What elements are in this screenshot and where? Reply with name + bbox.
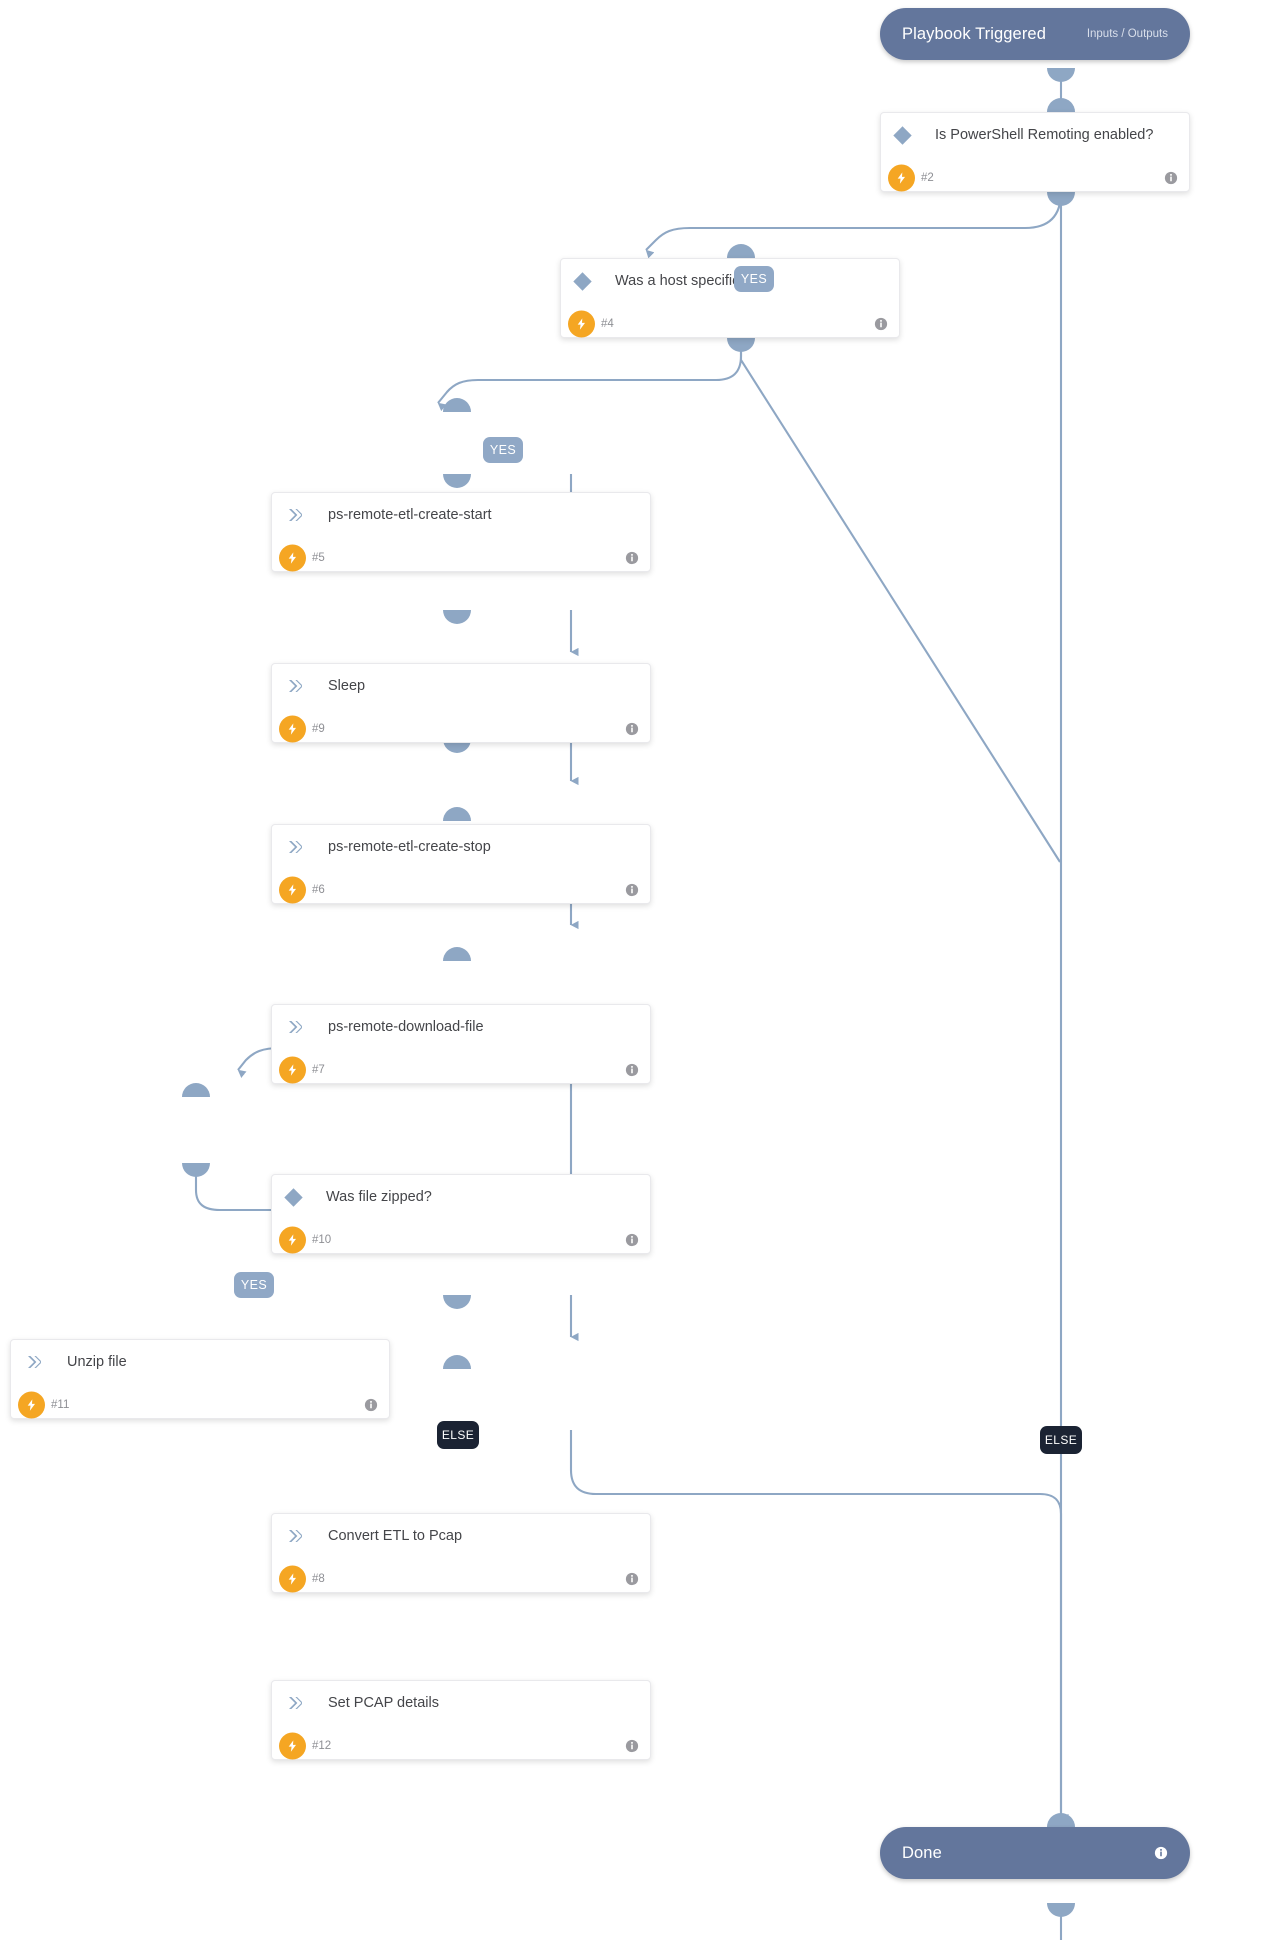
node-title: Sleep	[328, 678, 366, 694]
diamond-icon	[284, 1187, 303, 1207]
chevron-right-icon	[28, 1356, 41, 1368]
info-icon[interactable]	[364, 1398, 378, 1412]
node-number: #11	[51, 1399, 70, 1411]
branch-label: YES	[489, 443, 517, 457]
diamond-icon	[573, 271, 592, 291]
branch-label: YES	[240, 1278, 268, 1292]
node-header: Sleep	[272, 664, 650, 708]
node-convert-etl-to-pcap[interactable]: Convert ETL to Pcap #8	[271, 1513, 651, 1593]
node-number: #4	[601, 318, 614, 330]
branch-badge-else-remoting[interactable]: ELSE	[1040, 1426, 1082, 1454]
node-number: #10	[312, 1234, 332, 1246]
lightning-bolt-icon	[279, 1565, 306, 1593]
node-header: Is PowerShell Remoting enabled?	[881, 113, 1189, 157]
node-footer: #4	[561, 303, 899, 345]
lightning-bolt-icon	[279, 1056, 306, 1084]
node-header: ps-remote-etl-create-stop	[272, 825, 650, 869]
node-footer: #12	[272, 1725, 650, 1767]
lightning-bolt-icon	[279, 715, 306, 743]
branch-label: ELSE	[441, 1428, 475, 1442]
node-title: Was file zipped?	[326, 1189, 432, 1205]
lightning-bolt-icon	[279, 544, 306, 572]
chevron-right-icon	[289, 1697, 302, 1709]
node-number: #2	[921, 172, 934, 184]
node-ps-remote-download-file[interactable]: ps-remote-download-file #7	[271, 1004, 651, 1084]
node-footer: #11	[11, 1384, 389, 1426]
lightning-bolt-icon	[279, 1226, 306, 1254]
info-icon[interactable]	[1164, 171, 1178, 185]
branch-badge-yes-zipped[interactable]: YES	[234, 1272, 274, 1298]
node-footer: #10	[272, 1219, 650, 1261]
node-footer: #8	[272, 1558, 650, 1600]
chevron-right-icon	[289, 1530, 302, 1542]
node-title: Convert ETL to Pcap	[328, 1528, 463, 1544]
node-unzip-file[interactable]: Unzip file #11	[10, 1339, 390, 1419]
node-ps-remote-etl-create-stop[interactable]: ps-remote-etl-create-stop #6	[271, 824, 651, 904]
node-footer: #7	[272, 1049, 650, 1091]
node-set-pcap-details[interactable]: Set PCAP details #12	[271, 1680, 651, 1760]
inputs-outputs-label[interactable]: Inputs / Outputs	[1087, 28, 1168, 40]
node-footer: #6	[272, 869, 650, 911]
node-header: Convert ETL to Pcap	[272, 1514, 650, 1558]
branch-badge-yes-remoting[interactable]: YES	[734, 266, 774, 292]
chevron-right-icon	[289, 841, 302, 853]
diamond-icon	[893, 125, 912, 145]
playbook-triggered-label: Playbook Triggered	[902, 24, 1046, 43]
node-footer: #9	[272, 708, 650, 750]
branch-label: YES	[740, 272, 768, 286]
info-icon[interactable]	[625, 883, 639, 897]
lightning-bolt-icon	[279, 876, 306, 904]
node-number: #5	[312, 552, 325, 564]
node-sleep[interactable]: Sleep #9	[271, 663, 651, 743]
node-title: Unzip file	[67, 1354, 127, 1370]
node-header: Unzip file	[11, 1340, 389, 1384]
node-number: #8	[312, 1573, 325, 1585]
chevron-right-icon	[289, 680, 302, 692]
chevron-right-icon	[289, 509, 302, 521]
playbook-canvas: Playbook Triggered Inputs / Outputs Is P…	[0, 0, 1270, 1949]
node-done[interactable]: Done	[880, 1827, 1190, 1879]
node-ps-remote-etl-create-start[interactable]: ps-remote-etl-create-start #5	[271, 492, 651, 572]
node-title: Set PCAP details	[328, 1695, 439, 1711]
node-header: ps-remote-etl-create-start	[272, 493, 650, 537]
node-title: ps-remote-etl-create-stop	[328, 839, 491, 855]
node-footer: #5	[272, 537, 650, 579]
node-header: Was a host specified?	[561, 259, 899, 303]
lightning-bolt-icon	[888, 164, 915, 192]
branch-badge-yes-host[interactable]: YES	[483, 437, 523, 463]
node-title: ps-remote-etl-create-start	[328, 507, 492, 523]
info-icon[interactable]	[874, 317, 888, 331]
node-is-powershell-remoting-enabled[interactable]: Is PowerShell Remoting enabled? #2	[880, 112, 1190, 192]
lightning-bolt-icon	[568, 310, 595, 338]
node-number: #9	[312, 723, 325, 735]
info-icon[interactable]	[625, 1063, 639, 1077]
info-icon[interactable]	[1154, 1846, 1168, 1860]
chevron-right-icon	[289, 1021, 302, 1033]
info-icon[interactable]	[625, 722, 639, 736]
node-header: ps-remote-download-file	[272, 1005, 650, 1049]
info-icon[interactable]	[625, 1739, 639, 1753]
branch-badge-else-zipped[interactable]: ELSE	[437, 1421, 479, 1449]
branch-label: ELSE	[1044, 1433, 1078, 1447]
node-header: Set PCAP details	[272, 1681, 650, 1725]
node-number: #6	[312, 884, 325, 896]
node-footer: #2	[881, 157, 1189, 199]
lightning-bolt-icon	[18, 1391, 45, 1419]
node-number: #12	[312, 1740, 332, 1752]
node-header: Was file zipped?	[272, 1175, 650, 1219]
node-was-file-zipped[interactable]: Was file zipped? #10	[271, 1174, 651, 1254]
info-icon[interactable]	[625, 551, 639, 565]
info-icon[interactable]	[625, 1572, 639, 1586]
node-was-a-host-specified[interactable]: Was a host specified? #4	[560, 258, 900, 338]
info-icon[interactable]	[625, 1233, 639, 1247]
node-title: ps-remote-download-file	[328, 1019, 484, 1035]
done-label: Done	[902, 1843, 942, 1862]
lightning-bolt-icon	[279, 1732, 306, 1760]
node-title: Is PowerShell Remoting enabled?	[935, 127, 1154, 143]
node-number: #7	[312, 1064, 325, 1076]
node-playbook-triggered[interactable]: Playbook Triggered Inputs / Outputs	[880, 8, 1190, 60]
